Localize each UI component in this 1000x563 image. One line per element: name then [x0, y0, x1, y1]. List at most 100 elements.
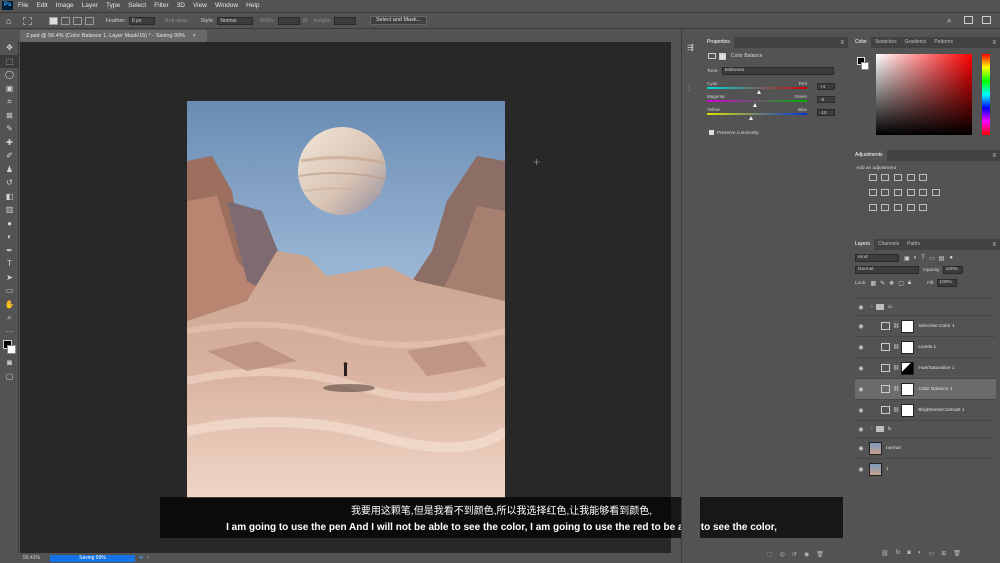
visibility-eye-icon[interactable]: ◉: [855, 466, 867, 473]
workspace-icon[interactable]: [964, 16, 973, 24]
photo-filter-icon[interactable]: [906, 189, 915, 196]
slider-value-field[interactable]: -3: [817, 96, 835, 103]
layer-row[interactable]: ◉ ⛓ Brightness/Contrast 1: [855, 399, 996, 420]
mask-link-icon[interactable]: ⛓: [893, 344, 899, 350]
rectangular-marquee-tool-icon[interactable]: ⬚: [0, 54, 19, 68]
layer-row[interactable]: ◉ ⛓ Selective Color 1: [855, 315, 996, 336]
close-icon[interactable]: ×: [193, 33, 196, 39]
selective-color-icon[interactable]: [906, 204, 915, 211]
menu-help[interactable]: Help: [246, 2, 259, 9]
blur-tool-icon[interactable]: ●: [0, 217, 19, 231]
dodge-tool-icon[interactable]: ◐: [0, 230, 19, 244]
quick-mask-icon[interactable]: ◙: [0, 356, 19, 370]
slider-value-field[interactable]: -10: [817, 109, 835, 116]
opacity-field[interactable]: 100%: [942, 266, 963, 274]
layer-group-row[interactable]: ◉ › cc: [855, 298, 996, 315]
posterize-icon[interactable]: [881, 204, 890, 211]
fill-field[interactable]: 100%: [936, 279, 957, 287]
link-layers-icon[interactable]: ⛓: [881, 550, 889, 557]
add-mask-icon[interactable]: ◙: [907, 550, 911, 557]
layer-row[interactable]: ◉ ⛓ Color Balance 1: [855, 378, 996, 399]
cancel-save-icon[interactable]: ⊗: [139, 555, 143, 561]
delete-adjustment-icon[interactable]: 🗑︎: [816, 551, 824, 558]
menu-file[interactable]: File: [18, 2, 28, 9]
lock-artboard-icon[interactable]: ▢: [898, 280, 904, 287]
group-expand-icon[interactable]: ›: [871, 426, 873, 432]
style-select[interactable]: Normal: [217, 16, 254, 25]
image-layer-thumbnail[interactable]: [869, 462, 882, 476]
document-tab[interactable]: 2.psd @ 56.4% (Color Balance 1, Layer Ma…: [20, 30, 207, 42]
menu-view[interactable]: View: [193, 2, 207, 9]
share-icon[interactable]: [982, 16, 991, 24]
path-selection-tool-icon[interactable]: ➤: [0, 271, 19, 285]
select-and-mask-button[interactable]: Select and Mask...: [369, 16, 428, 25]
layer-row[interactable]: ◉ ⛓ Hue/Saturation 1: [855, 357, 996, 378]
image-layer-thumbnail[interactable]: [869, 441, 882, 455]
threshold-icon[interactable]: [893, 204, 902, 211]
mask-link-icon[interactable]: ⛓: [893, 407, 899, 413]
tab-adjustments[interactable]: Adjustments: [851, 150, 887, 161]
more-tools-icon[interactable]: ···: [0, 325, 19, 339]
tab-swatches[interactable]: Swatches: [871, 37, 901, 48]
visibility-icon[interactable]: ◉: [804, 551, 809, 558]
slider-track[interactable]: [707, 87, 807, 89]
menu-3d[interactable]: 3D: [177, 2, 185, 9]
antialias-label[interactable]: Anti-alias: [165, 18, 188, 24]
eyedropper-tool-icon[interactable]: ✎: [0, 122, 19, 136]
brush-tool-icon[interactable]: ✐: [0, 149, 19, 163]
reset-icon[interactable]: ↺: [792, 551, 797, 558]
new-adjustment-icon[interactable]: ◐: [918, 550, 922, 557]
panel-menu-icon[interactable]: ≡: [992, 40, 996, 46]
layer-mask-thumbnail[interactable]: [901, 382, 915, 396]
zoom-tool-icon[interactable]: ⌕: [0, 311, 19, 325]
background-color-swatch[interactable]: [7, 345, 16, 354]
hue-saturation-icon[interactable]: [868, 189, 877, 196]
zoom-level[interactable]: 56.41%: [23, 555, 40, 561]
visibility-eye-icon[interactable]: ◉: [855, 344, 867, 351]
menu-layer[interactable]: Layer: [82, 2, 98, 9]
gradient-map-icon[interactable]: [919, 204, 928, 211]
levels-icon[interactable]: [881, 174, 890, 181]
visibility-eye-icon[interactable]: ◉: [855, 304, 867, 311]
layer-mask-thumbnail[interactable]: [901, 361, 915, 375]
visibility-eye-icon[interactable]: ◉: [855, 426, 867, 433]
filter-adjustment-icon[interactable]: ◐: [914, 255, 918, 261]
filter-type-icon[interactable]: T: [921, 255, 925, 261]
menu-image[interactable]: Image: [56, 2, 74, 9]
layer-group-row[interactable]: ◉ › fx: [855, 420, 996, 437]
preserve-luminosity-checkbox[interactable]: [709, 130, 714, 135]
screen-mode-icon[interactable]: ▢: [0, 370, 19, 384]
subtract-selection-icon[interactable]: [73, 16, 83, 25]
hand-tool-icon[interactable]: ✋: [0, 298, 19, 312]
tab-patterns[interactable]: Patterns: [930, 37, 957, 48]
new-selection-icon[interactable]: [49, 16, 59, 25]
properties-panel-icon[interactable]: ⫶: [688, 84, 700, 94]
slider-track[interactable]: [707, 100, 807, 102]
width-field[interactable]: [277, 16, 300, 25]
visibility-eye-icon[interactable]: ◉: [855, 323, 867, 330]
group-expand-icon[interactable]: ›: [871, 304, 873, 310]
filter-toggle-icon[interactable]: ●: [949, 255, 953, 261]
intersect-selection-icon[interactable]: [85, 16, 95, 25]
tab-channels[interactable]: Channels: [874, 239, 903, 250]
layer-row[interactable]: ◉ ⛓ Levels 1: [855, 336, 996, 357]
channel-mixer-icon[interactable]: [919, 189, 928, 196]
tab-layers[interactable]: Layers: [851, 239, 875, 250]
history-brush-tool-icon[interactable]: ↺: [0, 176, 19, 190]
home-icon[interactable]: ⌂: [6, 16, 11, 26]
black-white-icon[interactable]: [893, 189, 902, 196]
tab-gradients[interactable]: Gradients: [901, 37, 931, 48]
add-selection-icon[interactable]: [61, 16, 71, 25]
foreground-background-colors[interactable]: [0, 338, 19, 356]
tab-paths[interactable]: Paths: [903, 239, 924, 250]
rectangle-tool-icon[interactable]: ▭: [0, 284, 19, 298]
lock-position-icon[interactable]: ✥: [889, 280, 894, 287]
menu-edit[interactable]: Edit: [36, 2, 47, 9]
menu-filter[interactable]: Filter: [154, 2, 168, 9]
delete-layer-icon[interactable]: 🗑︎: [953, 550, 961, 557]
vibrance-icon[interactable]: [919, 174, 928, 181]
filter-pixel-icon[interactable]: ▣: [904, 255, 910, 262]
eraser-tool-icon[interactable]: ◧: [0, 190, 19, 204]
layer-row[interactable]: ◉ 1: [855, 458, 996, 479]
menu-type[interactable]: Type: [106, 2, 120, 9]
